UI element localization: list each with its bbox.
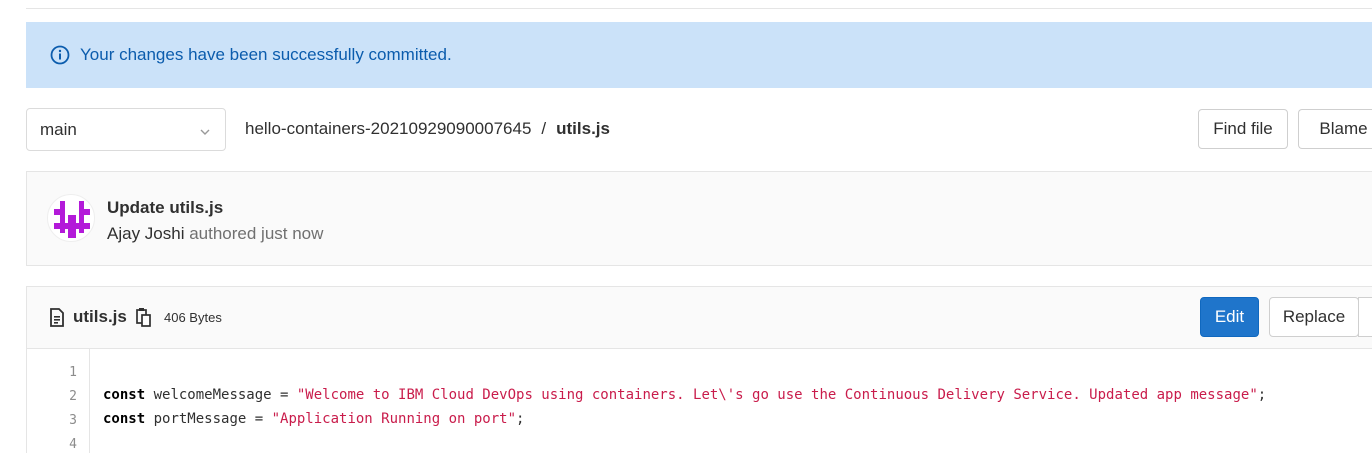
code-text: ; [516, 411, 525, 427]
line-number[interactable]: 3 [69, 413, 77, 428]
commit-meta: Ajay Joshi authored just now [107, 224, 323, 244]
info-icon [50, 45, 70, 65]
file-viewer: utils.js 406 Bytes Edit Replace 1 2 3 4 … [26, 286, 1372, 453]
chevron-down-icon [199, 123, 211, 135]
find-file-button[interactable]: Find file [1198, 109, 1288, 149]
branch-name: main [40, 119, 77, 139]
commit-title[interactable]: Update utils.js [107, 198, 223, 218]
code-text: ; [1257, 387, 1267, 403]
edit-button[interactable]: Edit [1200, 297, 1259, 337]
alert-message: Your changes have been successfully comm… [80, 45, 452, 64]
avatar[interactable] [47, 194, 95, 242]
last-commit-panel: Update utils.js Ajay Joshi authored just… [26, 171, 1372, 266]
breadcrumb-project-link[interactable]: hello-containers-20210929090007645 [245, 119, 531, 139]
code-line: const welcomeMessage = "Welcome to IBM C… [103, 387, 1266, 403]
replace-button[interactable]: Replace [1269, 297, 1359, 337]
code-line: const portMessage = "Application Running… [103, 411, 524, 427]
code-keyword: const [103, 411, 146, 427]
commit-time: authored just now [189, 224, 324, 243]
line-number[interactable]: 2 [69, 389, 77, 404]
code-string: "Welcome to IBM Cloud DevOps using conta… [296, 387, 1258, 403]
line-number[interactable]: 1 [69, 365, 77, 380]
success-alert: Your changes have been successfully comm… [26, 22, 1372, 88]
file-size: 406 Bytes [164, 310, 222, 325]
more-actions-button[interactable] [1358, 297, 1372, 337]
code-string: "Application Running on port" [271, 411, 517, 427]
branch-selector[interactable]: main [26, 108, 226, 151]
code-keyword: const [103, 387, 146, 403]
code-text: welcomeMessage = [145, 387, 297, 403]
blame-button[interactable]: Blame [1298, 109, 1372, 149]
code-view: 1 2 3 4 const welcomeMessage = "Welcome … [27, 349, 1372, 453]
breadcrumb-file[interactable]: utils.js [556, 119, 610, 139]
commit-author[interactable]: Ajay Joshi [107, 224, 184, 243]
breadcrumb-separator: / [541, 119, 547, 138]
line-numbers-gutter: 1 2 3 4 [27, 349, 90, 453]
code-text: portMessage = [145, 411, 272, 427]
breadcrumb: hello-containers-20210929090007645 / uti… [245, 119, 610, 139]
line-number[interactable]: 4 [69, 437, 77, 452]
file-icon [49, 308, 65, 327]
file-name: utils.js [73, 307, 127, 326]
copy-icon[interactable] [135, 306, 153, 328]
file-header: utils.js 406 Bytes Edit Replace [27, 287, 1372, 349]
top-divider [26, 8, 1372, 9]
